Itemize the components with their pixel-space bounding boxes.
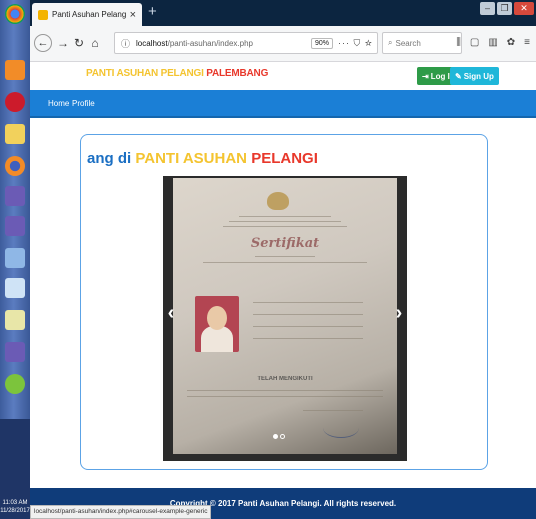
- page-actions-icon[interactable]: ··· ⛉ ☆: [338, 38, 373, 49]
- favicon-icon: [38, 9, 48, 20]
- browser-toolbar: ← → ↻ ⌂ ⓘ localhost /panti-asuhan/index.…: [30, 26, 536, 62]
- search-icon: ⌕: [388, 38, 393, 47]
- site-brand[interactable]: PANTI ASUHAN PELANGI PALEMBANG: [86, 68, 268, 79]
- window-controls: – ❐ ✕: [480, 2, 534, 15]
- carousel-indicators: [273, 434, 285, 439]
- text-line: [253, 326, 363, 327]
- tab-title: Panti Asuhan Pelangi: [52, 10, 126, 19]
- tab-strip: Panti Asuhan Pelangi × + – ❐ ✕: [30, 0, 536, 26]
- home-button[interactable]: ⌂: [88, 36, 102, 50]
- carousel-next-icon[interactable]: ›: [391, 302, 407, 324]
- signature-mark: [323, 418, 359, 438]
- green-app-icon[interactable]: [5, 374, 25, 394]
- minimize-button[interactable]: –: [480, 2, 495, 15]
- text-line: [203, 262, 367, 263]
- carousel-prev-icon[interactable]: ‹: [163, 302, 179, 324]
- status-bar-url: localhost/panti-asuhan/index.php#carouse…: [30, 505, 212, 519]
- certificate-heading: TELAH MENGIKUTI: [257, 376, 313, 382]
- text-line: [303, 410, 363, 411]
- certificate-image: Sertifikat TELAH MENGIKUTI: [173, 178, 397, 454]
- library-icon[interactable]: ⫼: [456, 37, 461, 48]
- text-line: [253, 302, 363, 303]
- content-card: ang di PANTI ASUHAN PELANGI Sertifikat T…: [80, 134, 488, 470]
- back-button[interactable]: ←: [34, 34, 52, 52]
- text-line: [239, 216, 331, 217]
- tab-close-icon[interactable]: ×: [130, 9, 136, 21]
- extension-icon[interactable]: ✿: [507, 37, 515, 48]
- new-tab-button[interactable]: +: [148, 4, 157, 20]
- folder-icon[interactable]: [5, 124, 25, 144]
- chrome-icon[interactable]: [5, 4, 25, 24]
- notepad-icon[interactable]: [5, 310, 25, 330]
- signup-label: Sign Up: [463, 71, 494, 81]
- search-placeholder: Search: [395, 38, 421, 48]
- maximize-button[interactable]: ❐: [497, 2, 512, 15]
- signup-icon: ✎: [455, 71, 462, 81]
- carousel-dot[interactable]: [280, 434, 285, 439]
- login-icon: ⇥: [422, 71, 429, 81]
- site-header: PANTI ASUHAN PELANGI PALEMBANG ⇥ Log In …: [30, 62, 536, 90]
- clock-time: 11:03 AM: [2, 500, 28, 506]
- clock-date: 11/28/2017: [0, 508, 30, 514]
- browser-window: Panti Asuhan Pelangi × + – ❐ ✕ ← → ↻ ⌂ ⓘ…: [30, 0, 536, 519]
- carousel-dot[interactable]: [273, 434, 278, 439]
- web-page: PANTI ASUHAN PELANGI PALEMBANG ⇥ Log In …: [30, 62, 536, 519]
- network-icon[interactable]: [5, 248, 25, 268]
- welcome-pelangi: PELANGI: [251, 150, 318, 167]
- search-bar[interactable]: ⌕ Search: [382, 32, 462, 54]
- welcome-heading: ang di PANTI ASUHAN PELANGI: [87, 150, 318, 167]
- site-nav: Home Profile: [30, 90, 536, 118]
- forward-button[interactable]: →: [56, 36, 70, 50]
- text-line: [255, 256, 315, 257]
- image-carousel[interactable]: Sertifikat TELAH MENGIKUTI ‹ ›: [163, 176, 407, 461]
- close-window-button[interactable]: ✕: [514, 2, 534, 15]
- vs-icon[interactable]: [5, 342, 25, 362]
- welcome-text: ang di: [87, 150, 136, 167]
- certificate-title: Sertifikat: [250, 236, 320, 251]
- sidebar-icon[interactable]: ▥: [488, 37, 497, 48]
- menu-icon[interactable]: ≡: [524, 37, 530, 48]
- participant-photo: [195, 296, 239, 352]
- taskbar-clock[interactable]: 11:03 AM 11/28/2017: [0, 499, 30, 515]
- opera-icon[interactable]: [5, 92, 25, 112]
- nav-profile[interactable]: Profile: [72, 99, 95, 108]
- info-icon[interactable]: ⓘ: [121, 37, 130, 50]
- browser-tab[interactable]: Panti Asuhan Pelangi ×: [32, 3, 142, 26]
- reload-button[interactable]: ↻: [72, 36, 86, 50]
- toolbar-icons: ⫼ ▢ ▥ ✿ ≡: [456, 37, 530, 48]
- url-bar[interactable]: ⓘ localhost /panti-asuhan/index.php 90% …: [114, 32, 378, 54]
- text-line: [223, 226, 347, 227]
- welcome-name: PANTI ASUHAN: [135, 150, 252, 167]
- firefox-icon[interactable]: [5, 156, 25, 176]
- text-line: [187, 390, 383, 391]
- brand-text: PANTI ASUHAN PELANGI: [86, 68, 207, 79]
- nav-home[interactable]: Home: [48, 99, 69, 108]
- text-line: [229, 221, 341, 222]
- vs-icon[interactable]: [5, 186, 25, 206]
- zoom-indicator[interactable]: 90%: [310, 37, 333, 49]
- url-host: localhost: [136, 38, 168, 48]
- text-line: [253, 314, 363, 315]
- vs-icon[interactable]: [5, 216, 25, 236]
- text-line: [187, 396, 383, 397]
- url-path: /panti-asuhan/index.php: [167, 38, 253, 48]
- brand-city: PALEMBANG: [206, 68, 269, 79]
- garuda-emblem: [267, 192, 289, 210]
- app-icon[interactable]: [5, 60, 25, 80]
- notepad-icon[interactable]: [5, 278, 25, 298]
- text-line: [253, 338, 363, 339]
- reader-icon[interactable]: ▢: [470, 37, 479, 48]
- windows-taskbar: 11:03 AM 11/28/2017: [0, 0, 30, 519]
- signup-button[interactable]: ✎ Sign Up: [450, 67, 499, 85]
- photo-face: [207, 306, 227, 330]
